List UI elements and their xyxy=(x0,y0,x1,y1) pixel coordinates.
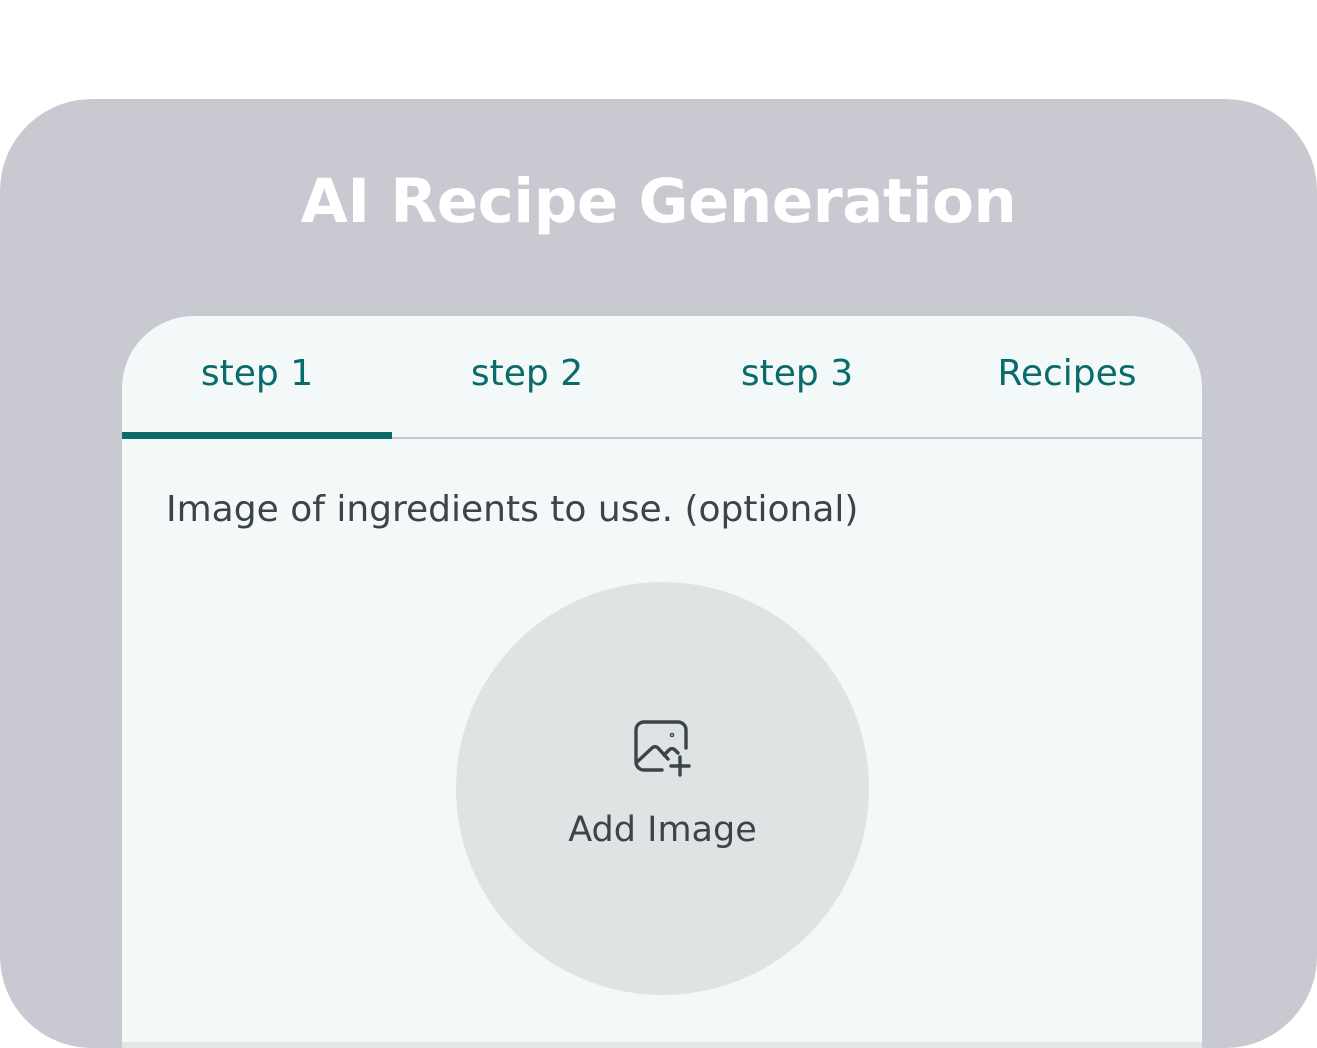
page-title: AI Recipe Generation xyxy=(300,166,1017,237)
tab-recipes[interactable]: Recipes xyxy=(932,316,1202,437)
tab-label: step 2 xyxy=(470,353,584,394)
ingredients-image-label: Image of ingredients to use. (optional) xyxy=(166,489,859,530)
recipe-card: step 1 step 2 step 3 Recipes Image of in… xyxy=(122,316,1202,1048)
tab-label: step 1 xyxy=(200,353,314,394)
add-photo-icon xyxy=(634,720,691,777)
tab-bar: step 1 step 2 step 3 Recipes xyxy=(122,316,1202,439)
tab-label: Recipes xyxy=(997,353,1137,394)
add-image-label: Add Image xyxy=(568,810,757,850)
tab-step-2[interactable]: step 2 xyxy=(392,316,662,437)
add-image-button[interactable]: Add Image xyxy=(456,582,869,995)
tab-step-3[interactable]: step 3 xyxy=(662,316,932,437)
tab-selected-indicator xyxy=(122,432,392,439)
tab-step-1[interactable]: step 1 xyxy=(122,316,392,439)
card-bottom-divider xyxy=(122,1042,1202,1048)
tab-label: step 3 xyxy=(740,353,854,394)
